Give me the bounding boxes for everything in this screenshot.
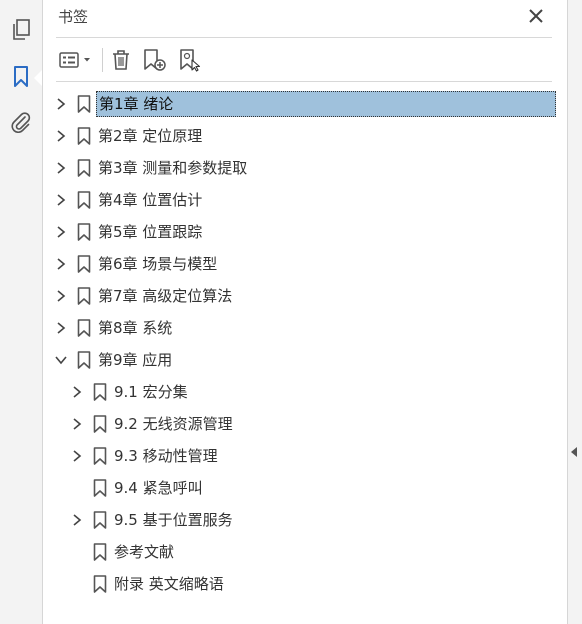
bookmark-row[interactable]: 附录 英文缩略语 bbox=[43, 568, 567, 600]
bookmark-icon bbox=[93, 479, 107, 497]
bookmark-row[interactable]: 9.3 移动性管理 bbox=[43, 440, 567, 472]
close-icon[interactable] bbox=[526, 6, 546, 26]
attachment-icon[interactable] bbox=[7, 108, 35, 136]
bookmark-icon bbox=[93, 575, 107, 593]
bookmark-label[interactable]: 第4章 位置估计 bbox=[96, 188, 204, 212]
bookmark-row[interactable]: 第1章 绪论 bbox=[43, 88, 567, 120]
bookmark-icon bbox=[77, 319, 91, 337]
chevron-right-icon[interactable] bbox=[69, 448, 85, 464]
bookmark-label[interactable]: 第7章 高级定位算法 bbox=[96, 284, 234, 308]
chevron-right-icon[interactable] bbox=[53, 192, 69, 208]
panel-splitter[interactable] bbox=[567, 0, 582, 624]
collapse-arrow-icon[interactable] bbox=[571, 447, 577, 457]
bookmark-row[interactable]: 第3章 测量和参数提取 bbox=[43, 152, 567, 184]
bookmark-icon bbox=[77, 351, 91, 369]
bookmark-label[interactable]: 第8章 系统 bbox=[96, 316, 174, 340]
bookmark-icon bbox=[77, 127, 91, 145]
bookmark-label[interactable]: 9.1 宏分集 bbox=[112, 380, 190, 404]
bookmark-row[interactable]: 第8章 系统 bbox=[43, 312, 567, 344]
chevron-right-icon[interactable] bbox=[53, 96, 69, 112]
bookmark-label[interactable]: 9.3 移动性管理 bbox=[112, 444, 220, 468]
divider bbox=[56, 37, 552, 38]
bookmark-label[interactable]: 第9章 应用 bbox=[96, 348, 174, 372]
chevron-right-icon[interactable] bbox=[69, 416, 85, 432]
chevron-right-icon[interactable] bbox=[53, 160, 69, 176]
bookmark-icon bbox=[77, 223, 91, 241]
bookmark-row[interactable]: 9.1 宏分集 bbox=[43, 376, 567, 408]
new-bookmark-from-structure-icon[interactable] bbox=[177, 46, 205, 74]
bookmark-label[interactable]: 第5章 位置跟踪 bbox=[96, 220, 204, 244]
bookmark-row[interactable]: 9.4 紧急呼叫 bbox=[43, 472, 567, 504]
chevron-right-icon[interactable] bbox=[69, 512, 85, 528]
bookmark-label[interactable]: 第6章 场景与模型 bbox=[96, 252, 219, 276]
chevron-right-icon[interactable] bbox=[53, 256, 69, 272]
bookmark-label[interactable]: 9.5 基于位置服务 bbox=[112, 508, 235, 532]
bookmark-icon bbox=[93, 511, 107, 529]
bookmark-icon bbox=[93, 543, 107, 561]
bookmark-icon bbox=[93, 447, 107, 465]
divider bbox=[56, 81, 552, 82]
bookmarks-panel: 书签 第1章 绪论 第2章 定位原理 第3章 测量和参数提取 第4章 位置估计 … bbox=[43, 0, 567, 624]
bookmark-label[interactable]: 附录 英文缩略语 bbox=[112, 572, 226, 596]
bookmark-icon bbox=[93, 415, 107, 433]
new-bookmark-icon[interactable] bbox=[141, 46, 169, 74]
bookmark-row[interactable]: 第5章 位置跟踪 bbox=[43, 216, 567, 248]
bookmark-row[interactable]: 第7章 高级定位算法 bbox=[43, 280, 567, 312]
bookmark-label[interactable]: 9.2 无线资源管理 bbox=[112, 412, 235, 436]
toolbar-separator bbox=[102, 48, 103, 72]
chevron-right-icon[interactable] bbox=[53, 288, 69, 304]
bookmark-label[interactable]: 第2章 定位原理 bbox=[96, 124, 204, 148]
chevron-right-icon[interactable] bbox=[69, 384, 85, 400]
bookmark-icon bbox=[77, 255, 91, 273]
bookmark-row[interactable]: 9.5 基于位置服务 bbox=[43, 504, 567, 536]
bookmark-icon bbox=[77, 159, 91, 177]
bookmark-icon bbox=[93, 383, 107, 401]
active-indicator bbox=[34, 70, 42, 86]
pages-icon[interactable] bbox=[7, 16, 35, 44]
navigation-rail bbox=[0, 0, 43, 624]
bookmark-row[interactable]: 9.2 无线资源管理 bbox=[43, 408, 567, 440]
delete-icon[interactable] bbox=[109, 46, 133, 74]
bookmark-icon bbox=[77, 95, 91, 113]
chevron-right-icon[interactable] bbox=[53, 320, 69, 336]
bookmark-label[interactable]: 第3章 测量和参数提取 bbox=[96, 156, 249, 180]
chevron-right-icon[interactable] bbox=[53, 128, 69, 144]
bookmark-label[interactable]: 参考文献 bbox=[112, 540, 176, 564]
bookmark-row[interactable]: 第9章 应用 bbox=[43, 344, 567, 376]
bookmark-row[interactable]: 第4章 位置估计 bbox=[43, 184, 567, 216]
bookmark-icon[interactable] bbox=[7, 63, 35, 91]
panel-title: 书签 bbox=[58, 8, 89, 26]
bookmark-label[interactable]: 第1章 绪论 bbox=[96, 91, 556, 117]
bookmark-label[interactable]: 9.4 紧急呼叫 bbox=[112, 476, 205, 500]
bookmark-icon bbox=[77, 287, 91, 305]
bookmark-row[interactable]: 第6章 场景与模型 bbox=[43, 248, 567, 280]
bookmark-row[interactable]: 第2章 定位原理 bbox=[43, 120, 567, 152]
chevron-right-icon[interactable] bbox=[53, 224, 69, 240]
options-dropdown-icon[interactable] bbox=[57, 46, 97, 74]
bookmark-icon bbox=[77, 191, 91, 209]
chevron-down-icon[interactable] bbox=[53, 352, 69, 368]
bookmark-row[interactable]: 参考文献 bbox=[43, 536, 567, 568]
